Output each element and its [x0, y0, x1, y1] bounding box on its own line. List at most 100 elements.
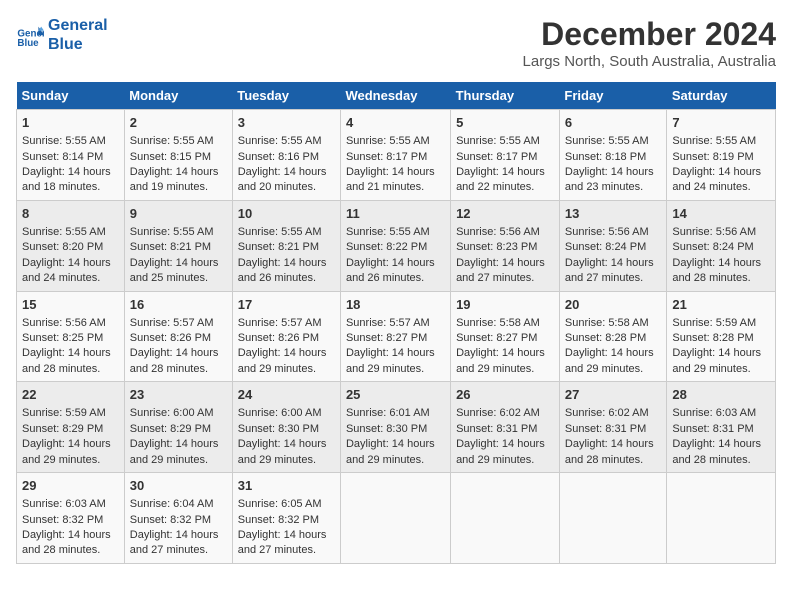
day-info: and 18 minutes.	[22, 180, 119, 195]
day-info: and 29 minutes.	[565, 362, 661, 377]
calendar-cell: 21Sunrise: 5:59 AMSunset: 8:28 PMDayligh…	[667, 291, 776, 382]
day-info: Sunrise: 6:03 AM	[672, 406, 770, 421]
day-info: and 28 minutes.	[672, 453, 770, 468]
calendar-cell: 31Sunrise: 6:05 AMSunset: 8:32 PMDayligh…	[232, 473, 340, 564]
day-number: 20	[565, 296, 661, 314]
day-info: Sunset: 8:20 PM	[22, 240, 119, 255]
day-number: 30	[130, 477, 227, 495]
day-info: and 23 minutes.	[565, 180, 661, 195]
day-info: and 21 minutes.	[346, 180, 445, 195]
day-info: Sunset: 8:24 PM	[565, 240, 661, 255]
calendar-cell: 6Sunrise: 5:55 AMSunset: 8:18 PMDaylight…	[559, 110, 666, 201]
calendar-cell: 15Sunrise: 5:56 AMSunset: 8:25 PMDayligh…	[17, 291, 125, 382]
day-info: Sunset: 8:30 PM	[346, 422, 445, 437]
header-cell-saturday: Saturday	[667, 82, 776, 110]
day-info: Sunrise: 5:59 AM	[672, 316, 770, 331]
calendar-cell	[340, 473, 450, 564]
day-info: Sunrise: 5:59 AM	[22, 406, 119, 421]
day-info: Daylight: 14 hours	[238, 528, 335, 543]
day-number: 13	[565, 205, 661, 223]
calendar-cell: 2Sunrise: 5:55 AMSunset: 8:15 PMDaylight…	[124, 110, 232, 201]
day-info: Daylight: 14 hours	[346, 165, 445, 180]
header-cell-wednesday: Wednesday	[340, 82, 450, 110]
calendar-cell: 22Sunrise: 5:59 AMSunset: 8:29 PMDayligh…	[17, 382, 125, 473]
day-number: 7	[672, 114, 770, 132]
day-info: Daylight: 14 hours	[346, 256, 445, 271]
day-number: 9	[130, 205, 227, 223]
day-info: Sunrise: 5:55 AM	[238, 225, 335, 240]
day-info: and 29 minutes.	[130, 453, 227, 468]
day-info: Sunset: 8:23 PM	[456, 240, 554, 255]
day-info: Daylight: 14 hours	[238, 256, 335, 271]
calendar-cell: 14Sunrise: 5:56 AMSunset: 8:24 PMDayligh…	[667, 200, 776, 291]
day-number: 24	[238, 386, 335, 404]
day-info: Sunset: 8:16 PM	[238, 150, 335, 165]
day-info: Daylight: 14 hours	[22, 528, 119, 543]
calendar-cell: 10Sunrise: 5:55 AMSunset: 8:21 PMDayligh…	[232, 200, 340, 291]
day-info: Sunset: 8:32 PM	[22, 513, 119, 528]
calendar-table: SundayMondayTuesdayWednesdayThursdayFrid…	[16, 82, 776, 564]
calendar-cell: 7Sunrise: 5:55 AMSunset: 8:19 PMDaylight…	[667, 110, 776, 201]
day-info: Sunrise: 5:58 AM	[565, 316, 661, 331]
day-info: Sunrise: 5:55 AM	[130, 134, 227, 149]
logo-icon: General Blue	[16, 21, 44, 49]
day-info: and 28 minutes.	[22, 543, 119, 558]
day-number: 4	[346, 114, 445, 132]
day-info: Sunset: 8:15 PM	[130, 150, 227, 165]
day-info: and 26 minutes.	[238, 271, 335, 286]
day-info: Sunrise: 6:04 AM	[130, 497, 227, 512]
day-info: and 24 minutes.	[672, 180, 770, 195]
calendar-cell: 26Sunrise: 6:02 AMSunset: 8:31 PMDayligh…	[451, 382, 560, 473]
day-info: Sunset: 8:17 PM	[456, 150, 554, 165]
day-info: Daylight: 14 hours	[565, 256, 661, 271]
day-info: Sunset: 8:25 PM	[22, 331, 119, 346]
day-number: 8	[22, 205, 119, 223]
calendar-cell: 3Sunrise: 5:55 AMSunset: 8:16 PMDaylight…	[232, 110, 340, 201]
month-title: December 2024	[523, 16, 776, 53]
day-number: 26	[456, 386, 554, 404]
day-number: 19	[456, 296, 554, 314]
day-info: and 27 minutes.	[456, 271, 554, 286]
calendar-cell: 19Sunrise: 5:58 AMSunset: 8:27 PMDayligh…	[451, 291, 560, 382]
day-info: Daylight: 14 hours	[130, 346, 227, 361]
header-row: SundayMondayTuesdayWednesdayThursdayFrid…	[17, 82, 776, 110]
day-info: Sunrise: 6:01 AM	[346, 406, 445, 421]
day-info: Sunrise: 6:00 AM	[238, 406, 335, 421]
day-number: 17	[238, 296, 335, 314]
day-info: Sunrise: 5:58 AM	[456, 316, 554, 331]
day-number: 25	[346, 386, 445, 404]
day-number: 1	[22, 114, 119, 132]
day-number: 27	[565, 386, 661, 404]
calendar-cell: 1Sunrise: 5:55 AMSunset: 8:14 PMDaylight…	[17, 110, 125, 201]
day-number: 18	[346, 296, 445, 314]
header: General Blue General Blue December 2024 …	[16, 16, 776, 70]
day-info: and 29 minutes.	[456, 453, 554, 468]
day-info: Daylight: 14 hours	[238, 346, 335, 361]
day-info: and 22 minutes.	[456, 180, 554, 195]
logo: General Blue General Blue	[16, 16, 108, 54]
day-info: Sunset: 8:17 PM	[346, 150, 445, 165]
day-info: and 29 minutes.	[456, 362, 554, 377]
day-number: 15	[22, 296, 119, 314]
day-number: 23	[130, 386, 227, 404]
header-cell-tuesday: Tuesday	[232, 82, 340, 110]
calendar-cell	[667, 473, 776, 564]
day-info: and 29 minutes.	[238, 453, 335, 468]
day-info: Sunset: 8:18 PM	[565, 150, 661, 165]
day-info: and 27 minutes.	[565, 271, 661, 286]
calendar-cell: 24Sunrise: 6:00 AMSunset: 8:30 PMDayligh…	[232, 382, 340, 473]
day-number: 21	[672, 296, 770, 314]
day-info: Sunrise: 5:56 AM	[672, 225, 770, 240]
day-info: Sunrise: 5:57 AM	[130, 316, 227, 331]
day-info: Sunrise: 6:05 AM	[238, 497, 335, 512]
day-number: 12	[456, 205, 554, 223]
day-info: and 28 minutes.	[22, 362, 119, 377]
day-info: Daylight: 14 hours	[346, 437, 445, 452]
day-info: Daylight: 14 hours	[346, 346, 445, 361]
day-info: and 27 minutes.	[130, 543, 227, 558]
day-info: Sunset: 8:22 PM	[346, 240, 445, 255]
day-info: Sunset: 8:26 PM	[238, 331, 335, 346]
day-info: and 25 minutes.	[130, 271, 227, 286]
calendar-week-3: 15Sunrise: 5:56 AMSunset: 8:25 PMDayligh…	[17, 291, 776, 382]
day-info: Sunrise: 5:55 AM	[672, 134, 770, 149]
